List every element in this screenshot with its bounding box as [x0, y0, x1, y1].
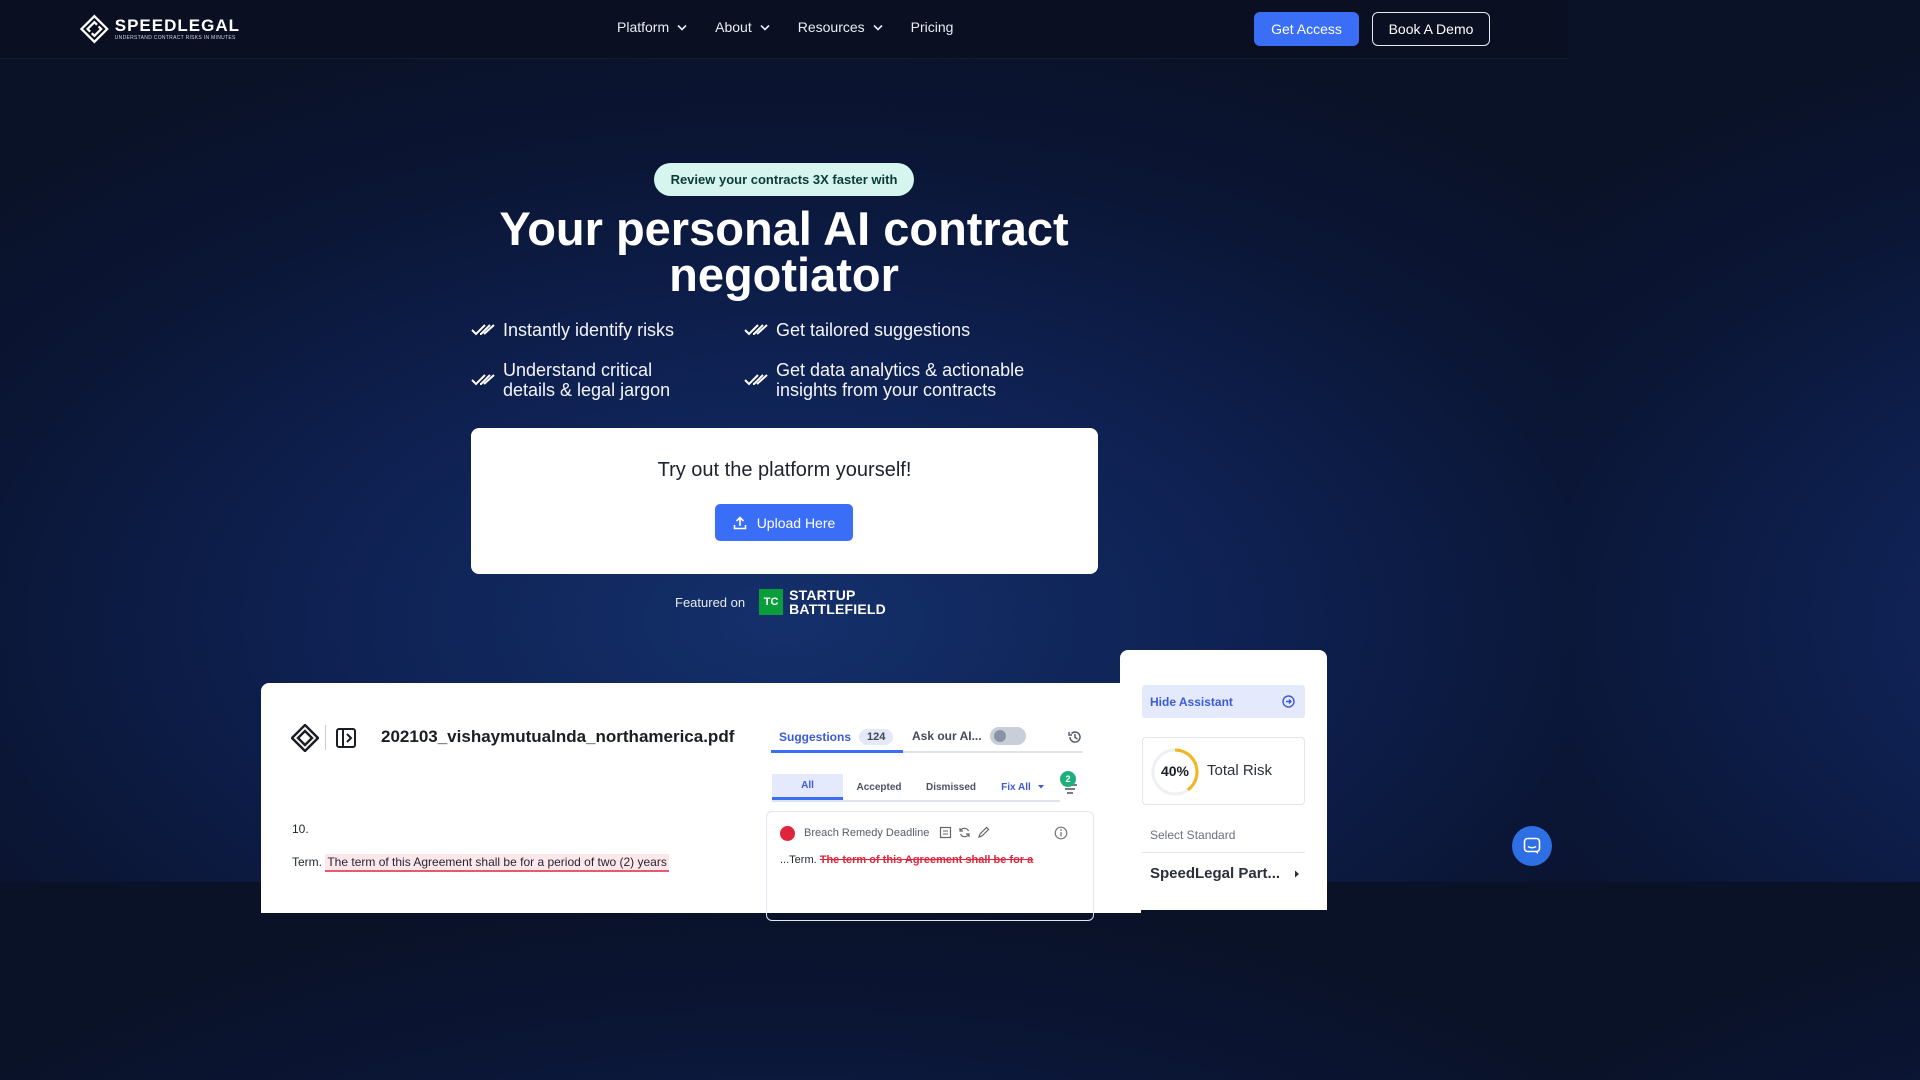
tab-suggestions-label: Suggestions	[779, 729, 852, 744]
feature-text-line-2: insights from your contracts	[776, 380, 997, 400]
logo-name: SPEEDLEGAL	[114, 15, 240, 35]
sparkle-icon	[994, 730, 1006, 742]
suggestions-count-badge: 124	[859, 728, 894, 745]
section-number: 10.	[292, 822, 309, 836]
filter-all[interactable]: All	[772, 774, 843, 800]
upload-icon	[733, 515, 746, 529]
hide-assistant-button[interactable]: Hide Assistant	[1142, 685, 1305, 718]
double-check-icon	[744, 374, 768, 386]
filter-count-badge: 2	[1060, 771, 1076, 787]
nav-platform-label: Platform	[617, 19, 670, 35]
hero-headline: Your personal AI contract negotiator	[384, 202, 1184, 301]
suggestion-card[interactable]: Breach Remedy Deadline ...Term. The term…	[766, 811, 1094, 921]
feature-item: Get data analytics & actionable insights…	[744, 360, 1024, 400]
double-check-icon	[471, 324, 495, 336]
high-risk-indicator	[780, 826, 795, 841]
total-risk-label: Total Risk	[1207, 762, 1273, 779]
standard-divider	[1142, 852, 1305, 853]
sidebar-toggle-icon[interactable]	[335, 727, 357, 749]
try-platform-card: Try out the platform yourself! Upload He…	[471, 428, 1098, 574]
ai-toggle[interactable]	[990, 727, 1026, 745]
fix-all-label: Fix All	[1001, 781, 1031, 793]
headline-line-2: negotiator	[669, 248, 899, 301]
document-filename: 202103_vishaymutualnda_northamerica.pdf	[381, 727, 735, 746]
speedlegal-logo[interactable]: SPEEDLEGAL UNDERSTAND CONTRACT RISKS IN …	[80, 10, 240, 48]
battlefield-line-1: STARTUP	[789, 587, 856, 603]
featured-label: Featured on	[675, 594, 746, 610]
term-clause[interactable]: Term. The term of this Agreement shall b…	[292, 854, 669, 872]
battlefield-line-2: BATTLEFIELD	[789, 601, 886, 617]
chevron-down-icon	[760, 24, 770, 31]
nav-resources[interactable]: Resources	[798, 19, 883, 35]
nav-about[interactable]: About	[715, 19, 770, 35]
logo-mark-icon	[80, 14, 109, 44]
double-check-icon	[744, 324, 768, 336]
logo-tagline: UNDERSTAND CONTRACT RISKS IN MINUTES	[114, 34, 236, 41]
book-demo-button[interactable]: Book A Demo	[1372, 12, 1490, 46]
hide-assistant-label: Hide Assistant	[1150, 694, 1233, 709]
featured-on: Featured on TC STARTUP BATTLEFIELD	[675, 588, 886, 616]
live-chat-button[interactable]	[1512, 826, 1552, 866]
caret-right-icon	[1295, 870, 1300, 877]
feature-text-line-1: Understand critical	[503, 360, 653, 380]
nav-about-label: About	[715, 19, 752, 35]
refresh-icon[interactable]	[958, 826, 971, 839]
select-standard-label: Select Standard	[1150, 828, 1236, 842]
filter-dismissed[interactable]: Dismissed	[915, 774, 987, 800]
try-platform-title: Try out the platform yourself!	[657, 459, 912, 481]
hero-pill: Review your contracts 3X faster with	[654, 163, 914, 196]
feature-text: Get tailored suggestions	[776, 320, 971, 340]
get-access-button[interactable]: Get Access	[1254, 12, 1359, 46]
app-preview: 202103_vishaymutualnda_northamerica.pdf …	[261, 683, 1141, 921]
techcrunch-logo-icon: TC	[759, 589, 784, 615]
chevron-down-icon	[873, 24, 883, 31]
standard-select-value: SpeedLegal Part...	[1150, 865, 1281, 882]
upload-button-label: Upload Here	[756, 514, 836, 531]
suggestion-struck-text: The term of this Agreement shall be for …	[819, 854, 1034, 866]
assistant-tabs: Suggestions 124 Ask our AI...	[771, 723, 1083, 753]
standard-select[interactable]: SpeedLegal Part...	[1150, 865, 1300, 882]
nav-pricing[interactable]: Pricing	[911, 19, 954, 35]
feature-item: Get tailored suggestions	[744, 320, 970, 340]
feature-text-line-2: details & legal jargon	[503, 380, 671, 400]
term-highlight: The term of this Agreement shall be for …	[325, 854, 669, 872]
double-check-icon	[471, 374, 495, 386]
speedlegal-diamond-icon	[291, 724, 319, 752]
feature-item: Instantly identify risks	[471, 320, 674, 340]
suggestion-title: Breach Remedy Deadline	[804, 827, 930, 839]
history-icon[interactable]	[1067, 729, 1083, 745]
feature-text: Instantly identify risks	[503, 320, 675, 340]
top-navbar: SPEEDLEGAL UNDERSTAND CONTRACT RISKS IN …	[0, 0, 1568, 59]
filter-accepted[interactable]: Accepted	[843, 774, 915, 800]
edit-pencil-icon[interactable]	[977, 826, 990, 839]
feature-item: Understand critical details & legal jarg…	[471, 360, 670, 400]
risk-percent: 40%	[1160, 763, 1190, 779]
nav-platform[interactable]: Platform	[617, 19, 687, 35]
nav-links: Platform About Resources Pricing	[617, 19, 981, 35]
suggestion-filter-tabs: All Accepted Dismissed Fix All	[772, 774, 1060, 802]
headline-line-1: Your personal AI contract	[499, 202, 1069, 255]
nav-pricing-label: Pricing	[910, 19, 954, 35]
tab-ask-ai[interactable]: Ask our AI...	[912, 729, 982, 743]
document-icon[interactable]	[939, 826, 952, 839]
info-icon[interactable]	[1054, 826, 1068, 840]
feature-text-line-1: Get data analytics & actionable	[776, 360, 1025, 380]
preview-divider	[325, 725, 326, 750]
arrow-circle-right-icon	[1282, 695, 1295, 708]
total-risk-card: 40% Total Risk	[1142, 737, 1305, 805]
suggestion-actions	[939, 826, 990, 839]
term-prefix: Term.	[292, 855, 322, 869]
upload-button[interactable]: Upload Here	[715, 504, 853, 541]
suggestion-text-prefix: ...Term.	[780, 854, 817, 866]
startup-battlefield-logo[interactable]: STARTUP BATTLEFIELD	[789, 588, 886, 616]
caret-down-icon	[1037, 785, 1044, 789]
chevron-down-icon	[677, 24, 687, 31]
nav-resources-label: Resources	[797, 19, 865, 35]
suggestion-text: ...Term. The term of this Agreement shal…	[780, 854, 1033, 866]
chat-icon	[1523, 837, 1541, 854]
fix-all-dropdown[interactable]: Fix All	[987, 774, 1059, 800]
assistant-panel: Hide Assistant 40% Total Risk Select Sta…	[1120, 650, 1327, 910]
tab-suggestions[interactable]: Suggestions 124	[771, 723, 903, 753]
